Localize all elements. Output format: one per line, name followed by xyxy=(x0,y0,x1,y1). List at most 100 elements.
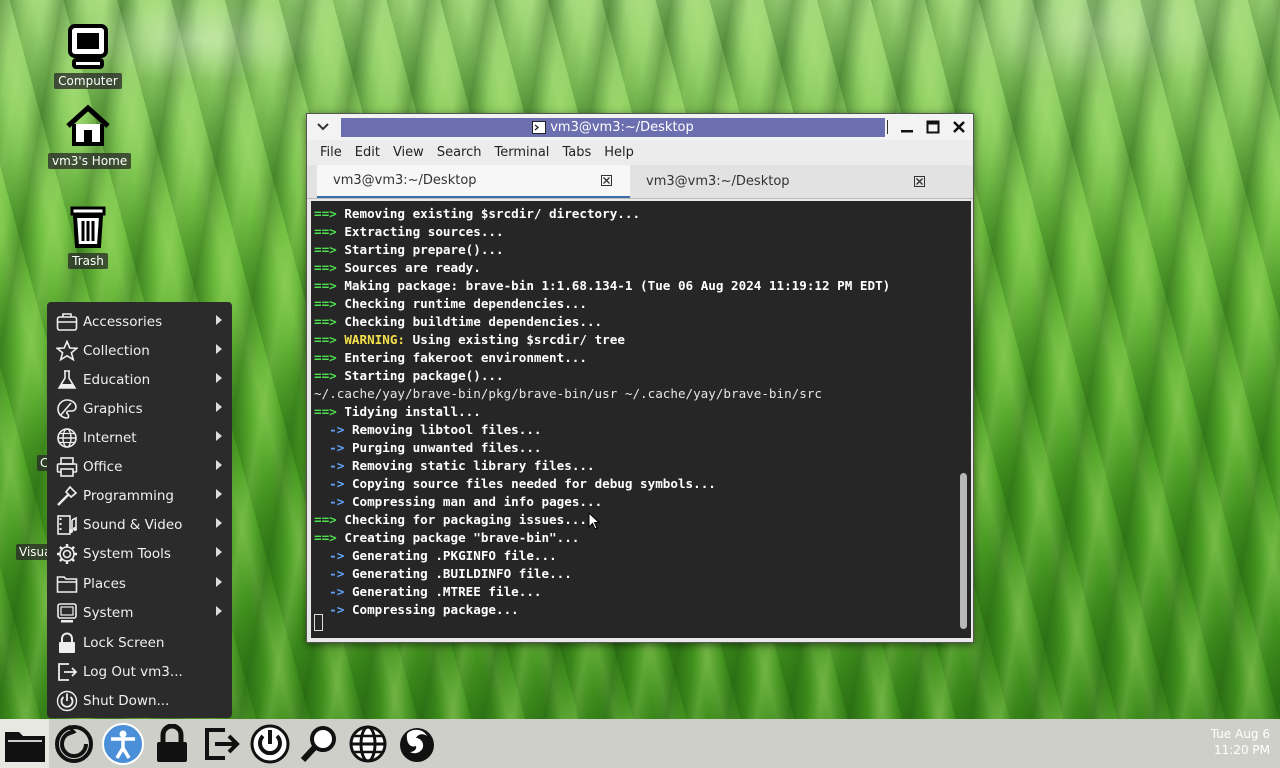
terminal-lines: ==> Removing existing $srcdir/ directory… xyxy=(311,201,971,619)
clock-date: Tue Aug 6 xyxy=(1210,727,1270,741)
menu-item-system[interactable]: System xyxy=(47,598,232,627)
desktop-icon-label: Trash xyxy=(68,253,108,269)
line-text: Purging unwanted files... xyxy=(351,440,542,455)
star-icon xyxy=(55,339,79,363)
menu-tabs[interactable]: Tabs xyxy=(557,145,599,160)
taskbar-search-button[interactable] xyxy=(294,719,343,768)
menu-item-sound-video[interactable]: Sound & Video xyxy=(47,510,232,539)
terminal-tab-2[interactable]: vm3@vm3:~/Desktop xyxy=(630,165,943,198)
maximize-button[interactable] xyxy=(923,116,943,138)
chevron-right-icon xyxy=(216,460,222,470)
menu-item-label: Programming xyxy=(83,487,174,504)
line-prefix: -> xyxy=(314,422,345,437)
menu-item-label: Graphics xyxy=(83,400,143,417)
tab-label: vm3@vm3:~/Desktop xyxy=(333,173,477,188)
line-text: Copying source files needed for debug sy… xyxy=(351,476,716,491)
taskbar-refresh-button[interactable] xyxy=(49,719,98,768)
line-text: Removing existing $srcdir/ directory... xyxy=(344,206,641,221)
menu-file[interactable]: File xyxy=(315,145,350,160)
taskbar-firefox-button[interactable] xyxy=(392,719,441,768)
terminal-icon xyxy=(532,121,547,134)
taskbar-lock-button[interactable] xyxy=(147,719,196,768)
terminal-tab-1[interactable]: vm3@vm3:~/Desktop xyxy=(317,165,630,198)
taskbar: Tue Aug 6 11:20 PM xyxy=(0,719,1280,768)
desktop-icon-computer[interactable]: Computer xyxy=(48,22,128,89)
line-prefix: ==> xyxy=(314,260,337,275)
menu-item-log-out-vm3[interactable]: Log Out vm3... xyxy=(47,657,232,686)
tab-close-icon[interactable] xyxy=(601,175,612,186)
menu-item-graphics[interactable]: Graphics xyxy=(47,394,232,423)
accessibility-icon xyxy=(101,722,144,765)
terminal-line: ==> Checking for packaging issues... xyxy=(314,511,971,529)
desktop-icon-trash[interactable]: Trash xyxy=(48,202,128,269)
menu-view[interactable]: View xyxy=(388,145,432,160)
power-icon xyxy=(55,689,79,713)
terminal-line: -> Purging unwanted files... xyxy=(314,439,971,457)
menu-item-education[interactable]: Education xyxy=(47,365,232,394)
close-button[interactable] xyxy=(949,116,969,138)
line-text: Sources are ready. xyxy=(344,260,481,275)
window-menu-button[interactable] xyxy=(307,114,339,140)
terminal-line: -> Removing static library files... xyxy=(314,457,971,475)
terminal-output[interactable]: ==> Removing existing $srcdir/ directory… xyxy=(311,201,971,638)
line-prefix: ==> xyxy=(314,530,337,545)
terminal-line: ~/.cache/yay/brave-bin/pkg/brave-bin/usr… xyxy=(314,385,971,403)
menu-item-internet[interactable]: Internet xyxy=(47,423,232,452)
menu-item-label: System Tools xyxy=(83,545,171,562)
taskbar-accessibility-button[interactable] xyxy=(98,719,147,768)
menu-item-lock-screen[interactable]: Lock Screen xyxy=(47,628,232,657)
menu-item-office[interactable]: Office xyxy=(47,452,232,481)
terminal-cursor xyxy=(314,614,323,631)
lock-icon xyxy=(55,631,79,655)
terminal-line: -> Compressing package... xyxy=(314,601,971,619)
terminal-line: ==> Making package: brave-bin 1:1.68.134… xyxy=(314,277,971,295)
menu-item-accessories[interactable]: Accessories xyxy=(47,307,232,336)
menu-item-label: Places xyxy=(83,575,126,592)
menu-item-programming[interactable]: Programming xyxy=(47,481,232,510)
menu-item-label: Office xyxy=(83,458,123,475)
menu-search[interactable]: Search xyxy=(432,145,490,160)
menu-item-places[interactable]: Places xyxy=(47,569,232,598)
taskbar-power-button[interactable] xyxy=(245,719,294,768)
desktop-icon-home[interactable]: vm3's Home xyxy=(48,102,132,169)
chevron-right-icon xyxy=(216,402,222,412)
line-text: Checking for packaging issues... xyxy=(344,512,587,527)
tab-close-icon[interactable] xyxy=(914,176,925,187)
chevron-right-icon xyxy=(216,373,222,383)
home-icon xyxy=(66,104,110,146)
menu-item-label: Lock Screen xyxy=(83,634,165,651)
flask-icon xyxy=(55,368,79,392)
window-titlebar[interactable]: vm3@vm3:~/Desktop xyxy=(307,114,973,140)
taskbar-clock[interactable]: Tue Aug 6 11:20 PM xyxy=(1211,726,1270,758)
scrollbar-thumb[interactable] xyxy=(960,473,967,629)
titlebar-separator xyxy=(887,120,888,134)
menu-item-shut-down[interactable]: Shut Down... xyxy=(47,686,232,715)
clock-time: 11:20 PM xyxy=(1214,743,1270,757)
line-prefix: ==> xyxy=(314,242,337,257)
taskbar-logout-button[interactable] xyxy=(196,719,245,768)
line-prefix: -> xyxy=(314,458,345,473)
line-text: Removing static library files... xyxy=(351,458,595,473)
terminal-line: ==> Creating package "brave-bin"... xyxy=(314,529,971,547)
menu-edit[interactable]: Edit xyxy=(350,145,388,160)
chevron-right-icon xyxy=(216,547,222,557)
menu-item-collection[interactable]: Collection xyxy=(47,336,232,365)
close-icon xyxy=(953,121,965,133)
trash-icon xyxy=(70,206,106,248)
terminal-scrollbar[interactable] xyxy=(959,205,967,633)
menu-terminal[interactable]: Terminal xyxy=(489,145,557,160)
desktop-icon-label: Computer xyxy=(54,73,122,89)
desktop-icon-label: vm3's Home xyxy=(48,153,132,169)
taskbar-files-button[interactable] xyxy=(0,719,49,768)
window-title-text: vm3@vm3:~/Desktop xyxy=(550,120,694,135)
line-prefix: ==> xyxy=(314,350,337,365)
refresh-icon xyxy=(54,724,93,763)
menu-item-label: System xyxy=(83,604,134,621)
menu-help[interactable]: Help xyxy=(599,145,642,160)
minimize-button[interactable] xyxy=(897,116,917,138)
menu-item-system-tools[interactable]: System Tools xyxy=(47,539,232,568)
taskbar-browser-button[interactable] xyxy=(343,719,392,768)
files-icon xyxy=(4,731,45,762)
computer-icon xyxy=(68,24,108,69)
terminal-line: ==> Sources are ready. xyxy=(314,259,971,277)
